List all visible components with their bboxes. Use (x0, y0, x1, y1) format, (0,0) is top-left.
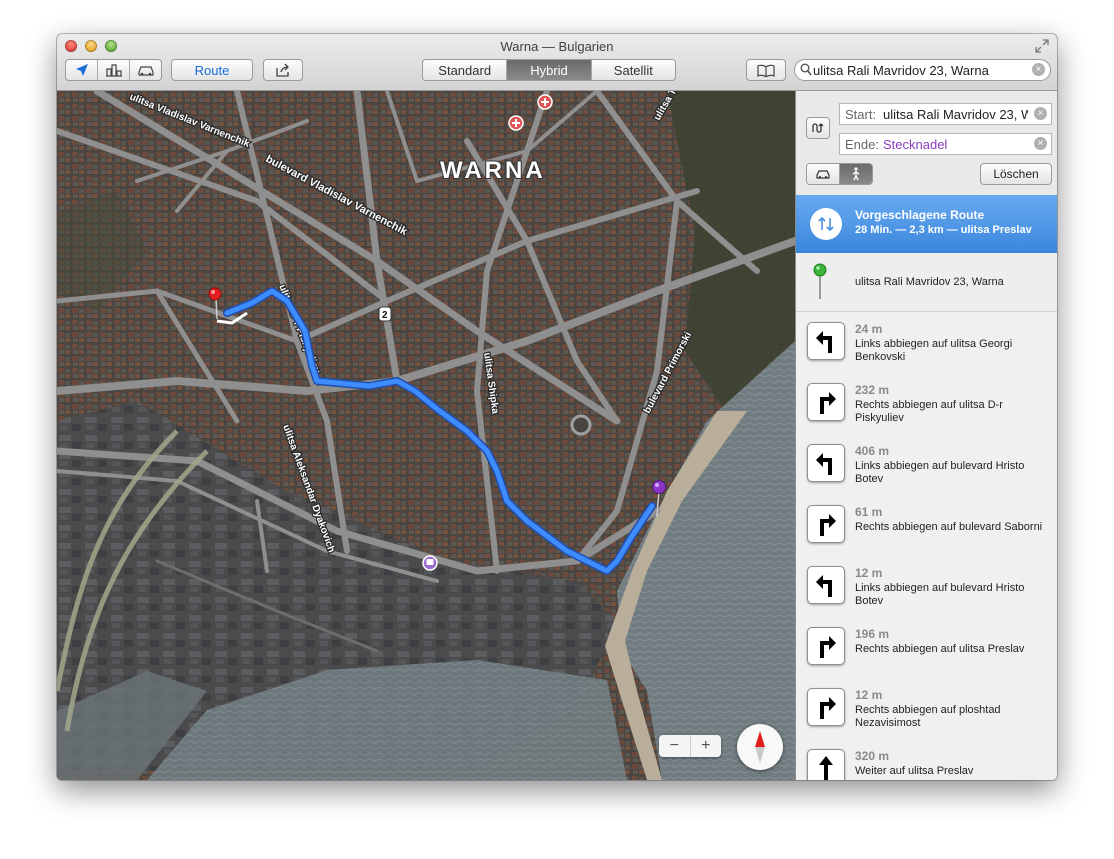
route-summary: 28 Min. — 2,3 km — ulitsa Preslav (855, 224, 1032, 236)
end-label: Ende: (845, 137, 879, 152)
titlebar: Warna — Bulgarien Route Standard Hybrid (57, 34, 1057, 91)
drive-mode-button[interactable] (807, 164, 840, 184)
zoom-out-button[interactable]: − (659, 735, 691, 757)
direction-step[interactable]: 196 m Rechts abbiegen auf ulitsa Preslav (796, 617, 1057, 679)
map-view[interactable]: ulitsa Vladislav Varnenchik bulevard Vla… (57, 91, 795, 780)
share-button[interactable] (263, 59, 303, 81)
car-icon (816, 170, 830, 179)
direction-step[interactable]: 12 m Links abbiegen auf bulevard Hristo … (796, 556, 1057, 618)
route-swap-icon (810, 208, 842, 240)
bookmarks-button[interactable] (746, 59, 786, 81)
step-distance: 196 m (855, 627, 890, 641)
turn-right-icon (807, 688, 845, 726)
step-distance: 12 m (855, 566, 883, 580)
swap-route-button[interactable] (806, 117, 830, 139)
svg-text:2: 2 (382, 310, 388, 321)
clear-route-button[interactable]: Löschen (980, 163, 1052, 185)
3d-button[interactable] (98, 63, 129, 77)
zoom-controls: − + (659, 735, 721, 757)
search-field[interactable]: × (794, 59, 1051, 81)
map-type-hybrid[interactable]: Hybrid (507, 60, 592, 80)
turn-left-icon (807, 566, 845, 604)
end-input[interactable]: Stecknadel (883, 137, 947, 152)
walking-icon (852, 167, 860, 181)
zoom-in-button[interactable]: + (691, 735, 722, 757)
suggested-route-row[interactable]: Vorgeschlagene Route 28 Min. — 2,3 km — … (796, 195, 1057, 253)
step-instruction: Rechts abbiegen auf ploshtad Nezavisimos… (855, 704, 1001, 729)
directions-panel: Start: ulitsa Rali Mavridov 23, Warna × … (795, 91, 1057, 780)
view-controls-group (65, 59, 162, 81)
turn-right-icon (807, 627, 845, 665)
direction-step[interactable]: 12 m Rechts abbiegen auf ploshtad Nezavi… (796, 678, 1057, 740)
search-input[interactable] (813, 61, 1023, 79)
step-instruction: Links abbiegen auf bulevard Hristo Botev (855, 460, 1025, 485)
location-arrow-icon (75, 64, 88, 76)
search-clear-icon[interactable]: × (1032, 63, 1045, 76)
route-title: Vorgeschlagene Route (855, 208, 985, 222)
step-instruction: Rechts abbiegen auf ulitsa D-r Piskyulie… (855, 399, 1003, 424)
step-distance: 12 m (855, 688, 883, 702)
satellite-map: ulitsa Vladislav Varnenchik bulevard Vla… (57, 91, 795, 780)
direction-step[interactable]: 61 m Rechts abbiegen auf bulevard Saborn… (796, 495, 1057, 557)
direction-step[interactable]: 232 m Rechts abbiegen auf ulitsa D-r Pis… (796, 373, 1057, 435)
svg-text:WARNA: WARNA (440, 157, 546, 184)
straight-arrow-icon (807, 749, 845, 780)
walk-mode-button[interactable] (840, 164, 872, 184)
direction-step[interactable]: 320 m Weiter auf ulitsa Preslav (796, 739, 1057, 780)
route-inputs: Start: ulitsa Rali Mavridov 23, Warna × … (796, 91, 1057, 195)
car-icon (137, 66, 154, 76)
start-clear-icon[interactable]: × (1034, 107, 1047, 120)
turn-left-icon (807, 444, 845, 482)
start-field[interactable]: Start: ulitsa Rali Mavridov 23, Warna × (839, 103, 1052, 125)
step-distance: 320 m (855, 749, 890, 763)
traffic-button[interactable] (130, 63, 161, 77)
search-icon (800, 63, 812, 76)
start-address: ulitsa Rali Mavridov 23, Warna (855, 276, 1004, 288)
compass[interactable] (737, 724, 783, 770)
window-title: Warna — Bulgarien (500, 39, 614, 54)
map-type-satellit[interactable]: Satellit (591, 60, 675, 80)
step-distance: 232 m (855, 383, 890, 397)
3d-buildings-icon (105, 64, 122, 77)
step-instruction: Links abbiegen auf ulitsa Georgi Benkovs… (855, 338, 1013, 363)
direction-step[interactable]: 406 m Links abbiegen auf bulevard Hristo… (796, 434, 1057, 496)
turn-right-icon (807, 383, 845, 421)
direction-step[interactable]: 24 m Links abbiegen auf ulitsa Georgi Be… (796, 312, 1057, 374)
step-distance: 61 m (855, 505, 883, 519)
transport-mode-selector (806, 163, 873, 185)
bookmarks-icon (757, 64, 775, 77)
step-instruction: Rechts abbiegen auf ulitsa Preslav (855, 643, 1025, 655)
fullscreen-icon[interactable] (1035, 39, 1049, 53)
end-field[interactable]: Ende: Stecknadel × (839, 133, 1052, 155)
step-distance: 24 m (855, 322, 883, 336)
compass-needle-icon (755, 731, 765, 763)
map-type-selector: Standard Hybrid Satellit (422, 59, 676, 81)
swap-icon (812, 123, 824, 133)
green-pin-icon (813, 263, 827, 299)
turn-left-icon (807, 322, 845, 360)
start-input[interactable]: ulitsa Rali Mavridov 23, Warna (883, 107, 1028, 122)
step-instruction: Weiter auf ulitsa Preslav (855, 765, 974, 777)
start-location-row[interactable]: ulitsa Rali Mavridov 23, Warna (796, 253, 1057, 312)
start-label: Start: (845, 107, 877, 122)
step-instruction: Links abbiegen auf bulevard Hristo Botev (855, 582, 1025, 607)
maps-window: Warna — Bulgarien Route Standard Hybrid (57, 34, 1057, 780)
end-clear-icon[interactable]: × (1034, 137, 1047, 150)
turn-right-icon (807, 505, 845, 543)
route-button[interactable]: Route (171, 59, 253, 81)
map-type-standard[interactable]: Standard (423, 60, 508, 80)
step-instruction: Rechts abbiegen auf bulevard Saborni (855, 521, 1043, 533)
step-distance: 406 m (855, 444, 890, 458)
current-location-button[interactable] (66, 63, 97, 77)
share-icon (276, 63, 289, 77)
